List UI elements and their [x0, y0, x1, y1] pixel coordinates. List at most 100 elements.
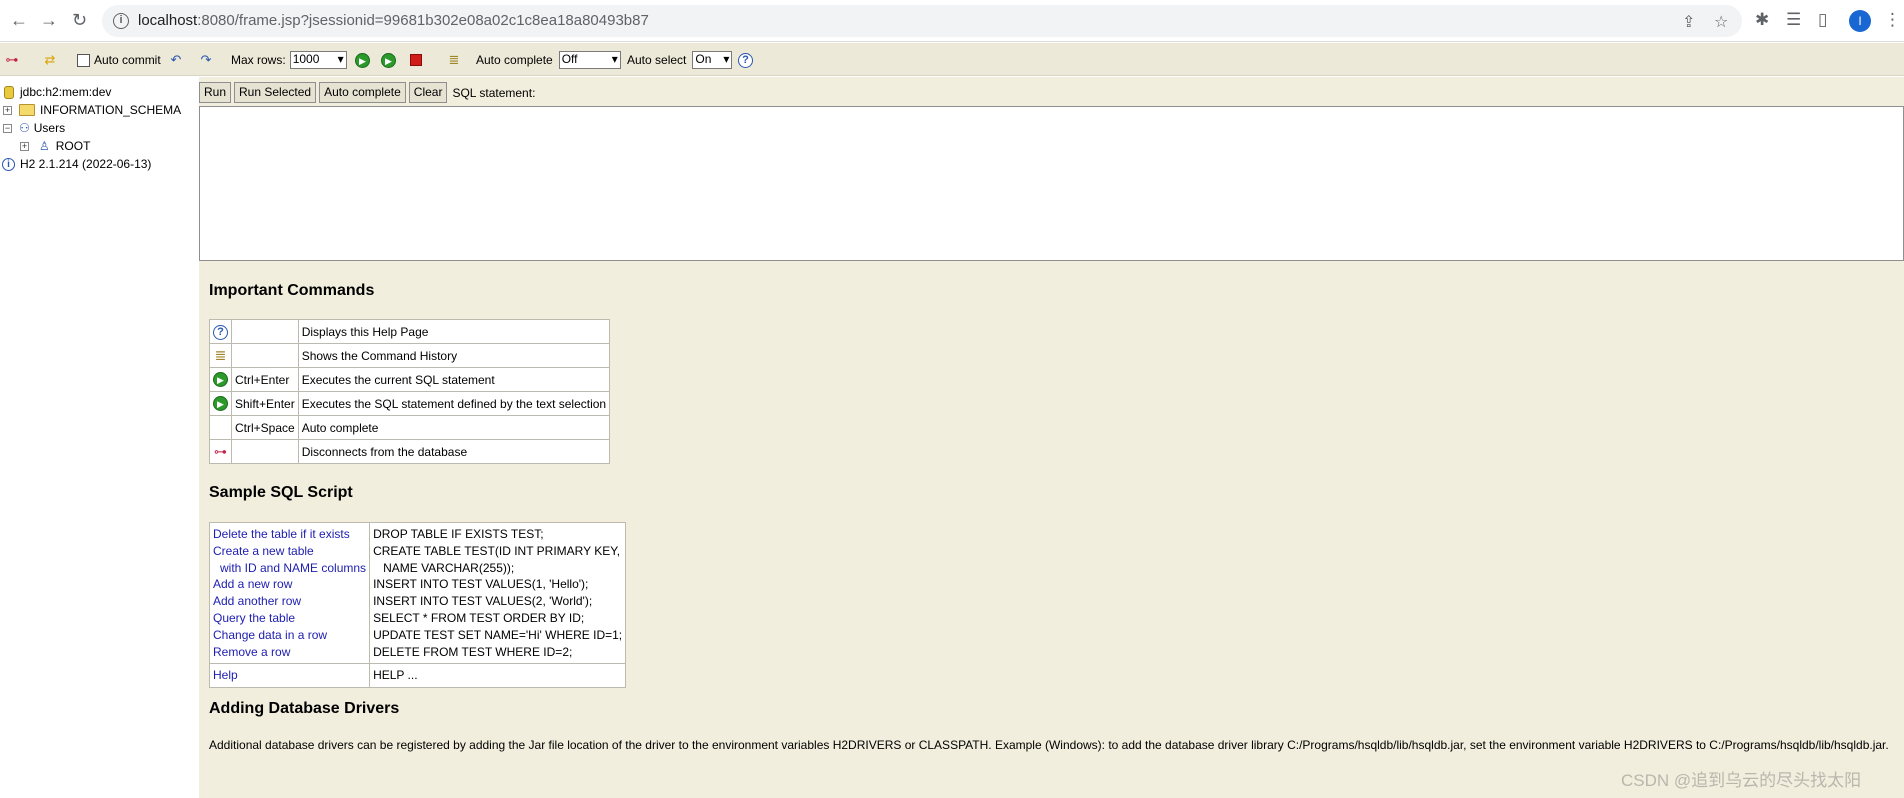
- table-row: Ctrl+Space Auto complete: [209, 415, 611, 440]
- run-icon: ▶: [355, 52, 370, 68]
- users-icon: ⚇: [19, 121, 30, 135]
- sample-link[interactable]: Create a new table: [213, 543, 366, 560]
- run-icon: ▶: [209, 367, 232, 392]
- site-info-icon[interactable]: i: [113, 13, 129, 29]
- command-key: Shift+Enter: [231, 391, 299, 416]
- help-icon: ?: [209, 319, 232, 344]
- extensions-icon[interactable]: ✱: [1755, 10, 1769, 30]
- history-icon: ≣: [448, 52, 460, 67]
- url-host: localhost: [138, 12, 198, 29]
- sample-sql-line: INSERT INTO TEST VALUES(2, 'World');: [373, 594, 593, 609]
- sample-link[interactable]: Change data in a row: [213, 627, 366, 644]
- expand-icon[interactable]: +: [3, 105, 12, 115]
- disconnect-button[interactable]: ⊶: [4, 51, 20, 69]
- sample-sql-line: CREATE TABLE TEST(ID INT PRIMARY KEY,: [373, 543, 621, 558]
- folder-icon: [19, 104, 35, 116]
- sample-sql-line: DELETE FROM TEST WHERE ID=2;: [373, 644, 573, 659]
- max-rows: Max rows: 1000 ▾: [231, 51, 347, 69]
- max-rows-select[interactable]: 1000 ▾: [289, 51, 347, 69]
- run-sql-button[interactable]: Run: [199, 82, 232, 103]
- table-row: ? Displays this Help Page: [209, 319, 611, 344]
- tree-users[interactable]: − ⚇ Users: [3, 120, 65, 136]
- command-key: [231, 439, 299, 464]
- auto-commit-checkbox[interactable]: [77, 53, 90, 67]
- run-selected-sql-button[interactable]: Run Selected: [234, 82, 317, 103]
- clear-button[interactable]: Clear: [408, 82, 448, 103]
- sample-sql-cell: DROP TABLE IF EXISTS TEST; CREATE TABLE …: [369, 521, 627, 665]
- user-icon: ♙: [39, 139, 50, 153]
- auto-select-label: Auto select: [627, 53, 687, 67]
- tree-root-user[interactable]: + ♙ ROOT: [20, 138, 90, 154]
- run-selected-button[interactable]: ▶: [381, 51, 396, 69]
- reload-icon[interactable]: ↻: [72, 10, 87, 31]
- history-icon: ≣: [209, 343, 232, 368]
- important-commands-table: ? Displays this Help Page ≣ Shows the Co…: [209, 319, 611, 464]
- sample-sql-heading: Sample SQL Script: [209, 484, 353, 501]
- auto-complete: Auto complete Off ▾: [476, 51, 621, 69]
- run-selected-icon: ▶: [209, 391, 232, 416]
- tree-connection[interactable]: jdbc:h2:mem:dev: [4, 84, 111, 100]
- max-rows-value: 1000: [292, 52, 320, 66]
- sample-sql-line: INSERT INTO TEST VALUES(1, 'Hello');: [373, 577, 589, 592]
- sample-link[interactable]: with ID and NAME columns: [213, 560, 366, 577]
- sample-link[interactable]: Add a new row: [213, 576, 366, 593]
- h2-toolbar: ⊶ ⇄ Auto commit ↶ ↷ Max rows: 1000 ▾ ▶ ▶ ≣…: [0, 43, 1904, 76]
- object-tree: jdbc:h2:mem:dev + INFORMATION_SCHEMA − ⚇ Us…: [0, 77, 199, 798]
- refresh-button[interactable]: ⇄: [42, 51, 58, 69]
- table-row: ≣ Shows the Command History: [209, 343, 611, 368]
- rollback-icon: ↶: [170, 52, 182, 67]
- auto-select: Auto select On ▾: [627, 51, 733, 69]
- root-user-label: ROOT: [55, 139, 91, 153]
- reading-list-icon[interactable]: ☰: [1786, 10, 1801, 30]
- connection-label: jdbc:h2:mem:dev: [20, 85, 112, 99]
- command-description: Auto complete: [297, 415, 611, 440]
- profile-avatar[interactable]: I: [1849, 10, 1871, 32]
- run-button[interactable]: ▶: [355, 51, 370, 69]
- help-icon: ?: [738, 52, 753, 68]
- auto-commit-toggle[interactable]: Auto commit: [77, 51, 161, 69]
- sql-statement-label: SQL statement:: [452, 85, 536, 100]
- tree-information-schema[interactable]: + INFORMATION_SCHEMA: [3, 102, 181, 118]
- table-row: ⊶ Disconnects from the database: [209, 439, 611, 464]
- bookmark-star-icon[interactable]: ☆: [1714, 12, 1728, 32]
- share-icon[interactable]: ⇪: [1682, 12, 1695, 32]
- sample-sql-table: Delete the table if it exists Create a n…: [208, 521, 627, 689]
- forward-icon[interactable]: →: [40, 10, 58, 31]
- auto-complete-button[interactable]: Auto complete: [319, 82, 406, 103]
- expand-icon[interactable]: +: [20, 141, 29, 151]
- rollback-button[interactable]: ↶: [168, 51, 184, 69]
- disconnect-icon: ⊶: [5, 52, 19, 67]
- sql-editor[interactable]: [199, 106, 1904, 261]
- command-description: Executes the SQL statement defined by th…: [297, 391, 611, 416]
- collapse-icon[interactable]: −: [3, 123, 12, 133]
- help-button[interactable]: ?: [738, 51, 753, 69]
- sample-sql-line: SELECT * FROM TEST ORDER BY ID;: [373, 610, 585, 625]
- sample-link[interactable]: Delete the table if it exists: [213, 526, 366, 543]
- address-url[interactable]: localhost:8080/frame.jsp?jsessionid=9968…: [138, 12, 649, 29]
- sample-link[interactable]: Query the table: [213, 610, 366, 627]
- tree-version: i H2 2.1.214 (2022-06-13): [2, 156, 151, 172]
- more-menu-icon[interactable]: ⋮: [1884, 10, 1901, 30]
- auto-select-select[interactable]: On ▾: [692, 51, 733, 69]
- sample-link[interactable]: Remove a row: [213, 644, 366, 661]
- back-icon[interactable]: ←: [10, 10, 28, 31]
- sample-sql-line: NAME VARCHAR(255));: [383, 560, 515, 575]
- command-description: Executes the current SQL statement: [297, 367, 611, 392]
- refresh-icon: ⇄: [44, 52, 56, 67]
- browser-toolbar: ← → ↻ i localhost:8080/frame.jsp?jsessio…: [0, 0, 1904, 42]
- command-description: Shows the Command History: [297, 343, 611, 368]
- sample-link[interactable]: Add another row: [213, 593, 366, 610]
- help-link[interactable]: Help: [208, 663, 371, 689]
- chevron-down-icon: ▾: [611, 52, 618, 66]
- important-commands-heading: Important Commands: [209, 282, 375, 299]
- drivers-description: Additional database drivers can be regis…: [209, 738, 1889, 752]
- auto-complete-select[interactable]: Off ▾: [558, 51, 621, 69]
- history-button[interactable]: ≣: [446, 51, 462, 69]
- auto-commit-label: Auto commit: [94, 53, 161, 67]
- commit-button[interactable]: ↷: [198, 51, 214, 69]
- address-bar[interactable]: i localhost:8080/frame.jsp?jsessionid=99…: [102, 5, 1742, 37]
- side-panel-icon[interactable]: ▯: [1818, 10, 1827, 30]
- cancel-button[interactable]: [410, 51, 422, 69]
- sample-sql-line: DROP TABLE IF EXISTS TEST;: [373, 527, 544, 541]
- users-label: Users: [33, 121, 66, 135]
